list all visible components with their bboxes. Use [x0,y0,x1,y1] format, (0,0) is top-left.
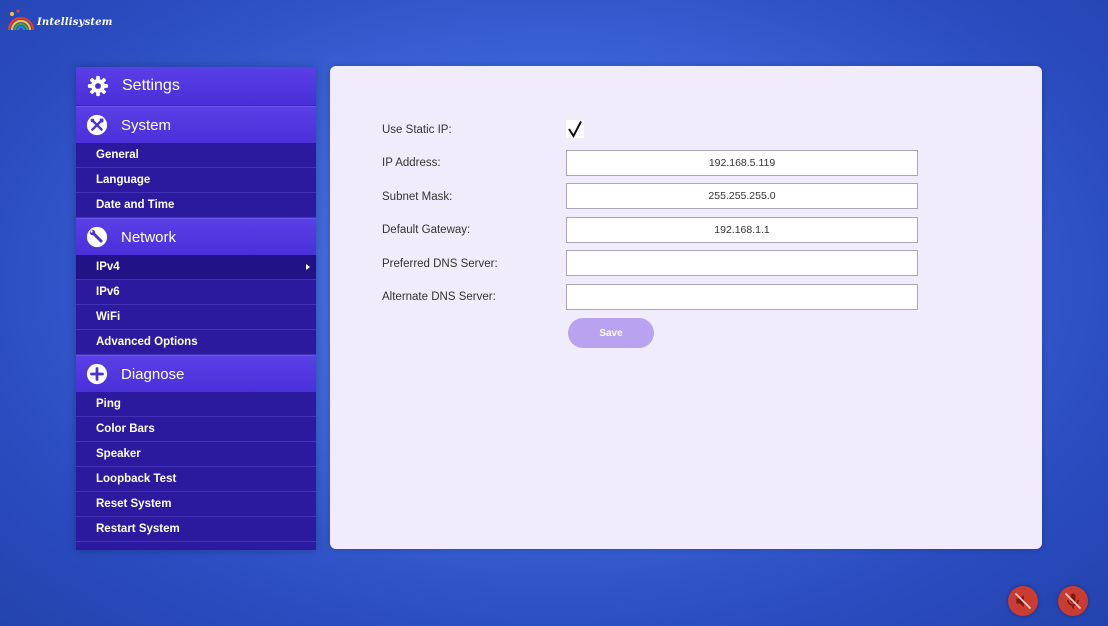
sidebar-header-label: Settings [122,77,180,94]
wrench-icon [86,226,108,248]
ipv4-settings-panel: Use Static IP: IP Address: 192.168.5.119… [330,66,1042,549]
sidebar-item-restart-system[interactable]: Restart System [76,517,316,542]
sidebar-item-date-and-time[interactable]: Date and Time [76,193,316,218]
sidebar-section-label: System [121,116,172,134]
sidebar-item-ipv4[interactable]: IPv4 [76,255,316,280]
subnet-mask-label: Subnet Mask: [382,191,453,203]
sidebar-item-color-bars[interactable]: Color Bars [76,417,316,442]
sidebar-section-network[interactable]: Network [76,218,316,255]
sidebar-item-general[interactable]: General [76,143,316,168]
alternate-dns-label: Alternate DNS Server: [382,291,496,303]
default-gateway-label: Default Gateway: [382,224,471,236]
subnet-mask-field[interactable]: 255.255.255.0 [566,183,918,209]
alternate-dns-field[interactable] [566,284,918,310]
preferred-dns-field[interactable] [566,250,918,276]
sidebar-item-wifi[interactable]: WiFi [76,305,316,330]
settings-sidebar: Settings System General Language Date an… [76,67,316,550]
static-ip-checkbox[interactable] [566,120,584,138]
sidebar-section-label: Network [121,228,177,246]
default-gateway-field[interactable]: 192.168.1.1 [566,217,918,243]
sidebar-item-reset-system[interactable]: Reset System [76,492,316,517]
sidebar-item-label: IPv4 [96,261,120,273]
sidebar-section-label: Diagnose [121,365,185,383]
preferred-dns-label: Preferred DNS Server: [382,258,498,270]
sidebar-section-diagnose[interactable]: Diagnose [76,355,316,392]
sidebar-item-advanced-options[interactable]: Advanced Options [76,330,316,355]
sidebar-header: Settings [76,67,316,106]
gear-icon [86,74,110,98]
sidebar-item-speaker[interactable]: Speaker [76,442,316,467]
rainbow-logo-icon [7,9,35,31]
speaker-mute-button[interactable] [1008,586,1038,616]
ip-address-label: IP Address: [382,157,441,169]
sidebar-item-loopback-test[interactable]: Loopback Test [76,467,316,492]
sidebar-item-ipv6[interactable]: IPv6 [76,280,316,305]
tools-icon [86,114,108,136]
checkmark-icon [568,121,582,138]
static-ip-label: Use Static IP: [382,124,452,136]
sidebar-item-ping[interactable]: Ping [76,392,316,417]
speaker-muted-icon [1014,592,1032,610]
plus-circle-icon [86,363,108,385]
caret-right-icon [306,264,310,270]
mic-mute-button[interactable] [1058,586,1088,616]
mic-muted-icon [1064,592,1082,610]
sidebar-section-system[interactable]: System [76,106,316,143]
ip-address-field[interactable]: 192.168.5.119 [566,150,918,176]
brand-name: Intellisystem [37,16,113,28]
sidebar-item-language[interactable]: Language [76,168,316,193]
save-button[interactable]: Save [568,318,654,348]
brand-logo: Intellisystem [6,6,113,34]
